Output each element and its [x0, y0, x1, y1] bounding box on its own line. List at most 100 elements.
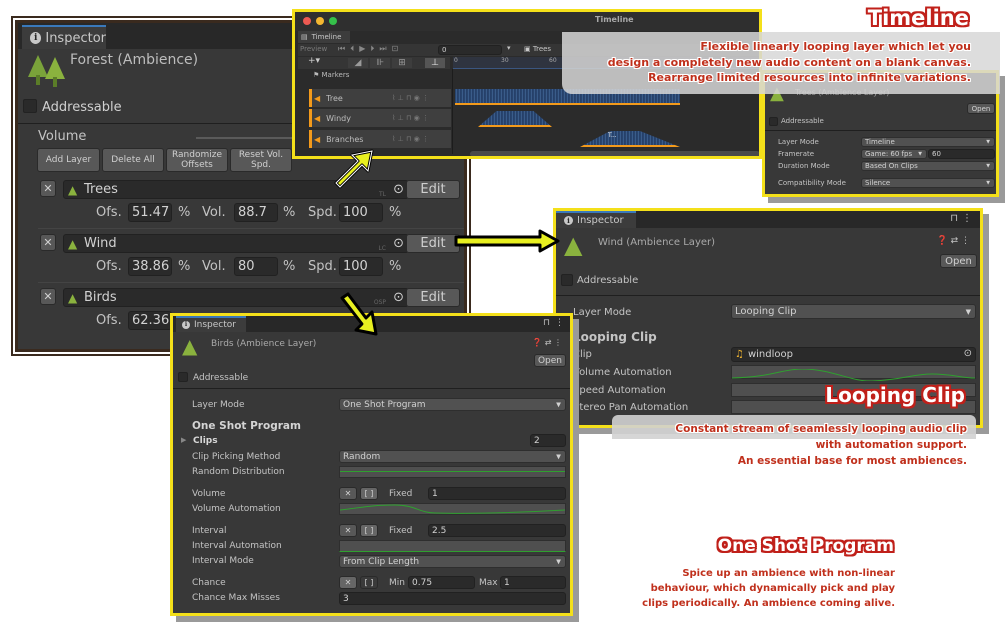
randomize-offsets-button[interactable]: Randomize Offsets [166, 148, 228, 172]
percent-label: % [389, 259, 402, 274]
volume-slider[interactable] [196, 137, 296, 139]
frame-input[interactable]: 0 [438, 45, 502, 55]
addressable-checkbox[interactable] [769, 117, 778, 126]
caption-title: Looping Clip [825, 383, 965, 407]
snap-icon[interactable]: ⊪ [370, 58, 390, 68]
more-menu-icon[interactable]: ⋮ [555, 318, 564, 328]
framerate-dropdown[interactable]: Game: 60 fps ▼ [861, 149, 927, 159]
playback-controls[interactable]: ⏮⏴▶⏵⏭⊡ [338, 44, 403, 54]
audio-clip-icon: ♫ [735, 349, 744, 360]
layer-mode-dropdown[interactable]: Looping Clip ▼ [731, 304, 976, 319]
audio-clip[interactable] [580, 131, 680, 147]
tab-timeline[interactable]: ▤ Timeline [298, 31, 350, 43]
speed-input[interactable]: 100 [339, 257, 383, 276]
tab-inspector[interactable]: i Inspector [556, 211, 636, 228]
object-picker-icon[interactable]: ⊙ [393, 182, 404, 197]
interval-input[interactable]: 2.5 [428, 524, 566, 537]
open-button[interactable]: Open [967, 103, 995, 114]
header-icons[interactable]: ❓ ⇄ ⋮ [532, 338, 562, 347]
compatibility-mode-dropdown[interactable]: Silence ▼ [861, 178, 995, 188]
duration-mode-dropdown[interactable]: Based On Clips ▼ [861, 161, 995, 171]
addressable-checkbox[interactable] [23, 99, 37, 113]
ripple-icon[interactable]: ◢ [348, 58, 368, 68]
addressable-label: Addressable [781, 117, 824, 125]
open-button[interactable]: Open [534, 354, 566, 367]
maximize-window-icon[interactable] [329, 17, 337, 25]
reset-button[interactable]: ✕ [339, 524, 357, 537]
object-picker-icon[interactable]: ⊙ [393, 236, 404, 251]
volume-input[interactable]: 1 [428, 487, 566, 500]
tab-inspector[interactable]: i Inspector [176, 316, 246, 332]
audio-clip[interactable] [478, 111, 552, 127]
range-toggle-button[interactable]: [ ] [360, 524, 378, 537]
title-bar: Timeline [295, 12, 759, 31]
volume-input[interactable]: 88.7 [234, 203, 278, 222]
object-picker-icon[interactable]: ⊙ [964, 348, 972, 359]
layer-mode-label: Layer Mode [192, 400, 245, 410]
chance-max-misses-input[interactable]: 3 [339, 592, 566, 605]
clips-count-input[interactable]: 2 [530, 434, 566, 447]
edit-mode-icon[interactable]: ⊞ [392, 58, 412, 68]
volume-label: Volume [192, 489, 226, 499]
remove-layer-button[interactable]: ✕ [40, 234, 56, 251]
delete-all-button[interactable]: Delete All [102, 148, 164, 172]
pin-icon[interactable]: ⊥ [425, 58, 445, 68]
layer-mode-dropdown[interactable]: One Shot Program ▼ [339, 398, 566, 411]
volume-automation-curve[interactable] [731, 365, 976, 382]
remove-layer-button[interactable]: ✕ [40, 288, 56, 305]
layer-field[interactable]: ▲ Wind LC ⊙ [63, 234, 409, 253]
random-distribution-curve[interactable] [339, 466, 566, 478]
track-controls-icons[interactable]: ⌇ ⊥ ⊓ ◉ ⋮ [392, 114, 429, 122]
range-toggle-button[interactable]: [ ] [360, 576, 378, 589]
addressable-checkbox[interactable] [561, 274, 573, 286]
more-menu-icon[interactable]: ⋮ [962, 213, 972, 224]
volume-automation-curve[interactable] [339, 503, 566, 515]
chance-min-input[interactable]: 0.75 [408, 576, 475, 589]
lock-icon[interactable]: ⊓ [543, 318, 550, 328]
track-windy[interactable]: ◀ Windy ⌇ ⊥ ⊓ ◉ ⋮ [309, 109, 451, 127]
reset-button[interactable]: ✕ [339, 487, 357, 500]
addressable-checkbox[interactable] [178, 372, 188, 382]
interval-mode-dropdown[interactable]: From Clip Length ▼ [339, 555, 566, 568]
chance-max-input[interactable]: 1 [500, 576, 566, 589]
lock-icon[interactable]: ⊓ [950, 213, 958, 224]
ruler-tick: 60 [549, 57, 557, 64]
reset-button[interactable]: ✕ [339, 576, 357, 589]
open-button[interactable]: Open [940, 254, 977, 268]
layer-mode-dropdown[interactable]: Timeline ▼ [861, 137, 995, 147]
minimize-window-icon[interactable] [316, 17, 324, 25]
preview-button[interactable]: Preview [300, 45, 327, 53]
interval-automation-curve[interactable] [339, 540, 566, 552]
edit-button[interactable]: Edit [406, 288, 460, 307]
chevron-down-icon: ▼ [918, 151, 922, 157]
remove-layer-button[interactable]: ✕ [40, 180, 56, 197]
track-controls-icons[interactable]: ⌇ ⊥ ⊓ ◉ ⋮ [392, 135, 429, 143]
volume-input[interactable]: 80 [234, 257, 278, 276]
offset-input[interactable]: 51.47 [128, 203, 172, 222]
markers-row[interactable]: ⚑ Markers [313, 71, 349, 79]
section-header: Looping Clip [573, 330, 657, 344]
close-window-icon[interactable] [303, 17, 311, 25]
tab-inspector[interactable]: i Inspector [22, 25, 106, 49]
chevron-down-icon[interactable]: ▾ [507, 44, 511, 52]
track-controls-icons[interactable]: ⌇ ⊥ ⊓ ◉ ⋮ [392, 94, 429, 102]
add-layer-button[interactable]: Add Layer [37, 148, 100, 172]
track-tree[interactable]: ◀ Tree ⌇ ⊥ ⊓ ◉ ⋮ [309, 89, 451, 107]
add-track-button[interactable]: +▾ [308, 56, 320, 66]
header-icons[interactable]: ❓ ⇄ ⋮ [937, 236, 970, 246]
offset-input[interactable]: 62.36 [128, 311, 172, 330]
divider [173, 388, 570, 389]
clip-picking-dropdown[interactable]: Random ▼ [339, 450, 566, 463]
range-toggle-button[interactable]: [ ] [360, 487, 378, 500]
framerate-input[interactable]: 60 [928, 149, 995, 159]
horizontal-scrollbar[interactable] [470, 151, 759, 156]
breadcrumb[interactable]: ▣ Trees [524, 45, 551, 53]
edit-button[interactable]: Edit [406, 180, 460, 199]
reset-vol-spd-button[interactable]: Reset Vol. Spd. [230, 148, 292, 172]
clips-label[interactable]: Clips [193, 436, 218, 446]
object-picker-icon[interactable]: ⊙ [393, 290, 404, 305]
offset-input[interactable]: 38.86 [128, 257, 172, 276]
clip-field[interactable]: ♫ windloop ⊙ [731, 347, 976, 362]
expand-arrow-icon[interactable]: ▶ [181, 436, 186, 444]
speed-input[interactable]: 100 [339, 203, 383, 222]
